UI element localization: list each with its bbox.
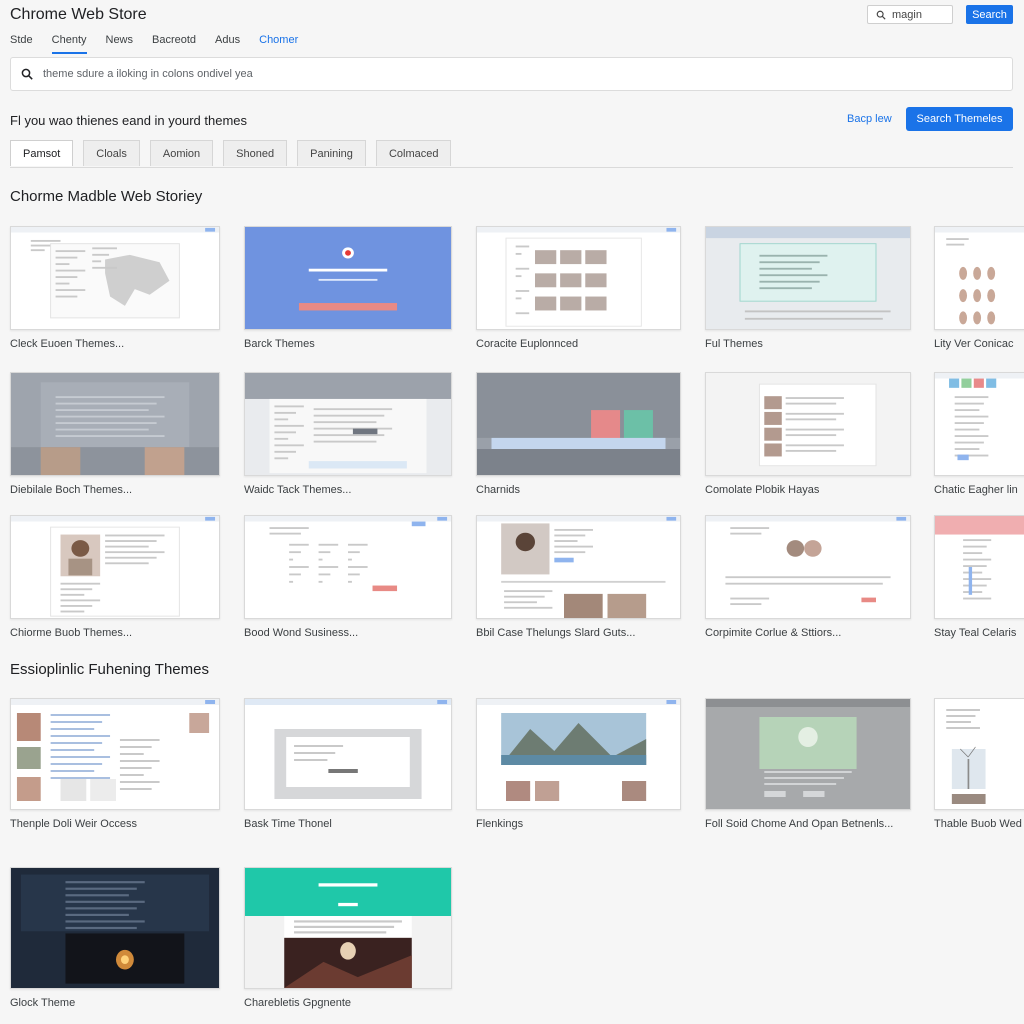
theme-thumbnail[interactable] [705,226,911,330]
theme-card[interactable]: Thenple Doli Weir Occess [10,698,220,830]
theme-card-label[interactable]: Bood Wond Susiness... [244,627,452,639]
theme-thumbnail[interactable] [476,226,681,330]
nav-item-news[interactable]: News [106,34,134,54]
theme-card-label[interactable]: Barck Themes [244,338,452,350]
theme-thumbnail[interactable] [934,226,1024,330]
theme-card[interactable]: Charebletis Gpgnente [244,867,452,1009]
theme-thumbnail[interactable] [10,226,220,330]
theme-card[interactable]: Diebilale Boch Themes... [10,372,220,496]
theme-card-label[interactable]: Thenple Doli Weir Occess [10,818,220,830]
filter-tab-panining[interactable]: Panining [297,140,366,166]
theme-card-label[interactable]: Comolate Plobik Hayas [705,484,911,496]
theme-card[interactable]: Ful Themes [705,226,911,350]
theme-card[interactable]: Bood Wond Susiness... [244,515,452,639]
theme-card[interactable]: Bbil Case Thelungs Slard Guts... [476,515,681,639]
theme-card[interactable]: Coracite Euplonnced [476,226,681,350]
signin-label: magin [892,8,922,21]
theme-card[interactable]: Thable Buob Wed [934,698,1024,830]
filter-tab-pamsot[interactable]: Pamsot [10,140,74,166]
theme-card-label[interactable]: Coracite Euplonnced [476,338,681,350]
theme-card[interactable]: Flenkings [476,698,681,830]
theme-card[interactable]: Waidc Tack Themes... [244,372,452,496]
theme-thumbnail[interactable] [934,515,1024,619]
theme-card[interactable]: Chiorme Buob Themes... [10,515,220,639]
theme-thumbnail[interactable] [10,515,220,619]
theme-thumbnail[interactable] [705,372,911,476]
theme-card[interactable]: Barck Themes [244,226,452,350]
theme-thumbnail[interactable] [244,867,452,989]
search-icon [21,68,33,80]
theme-card-label[interactable]: Charnids [476,484,681,496]
theme-thumbnail[interactable] [244,372,452,476]
theme-card-label[interactable]: Waidc Tack Themes... [244,484,452,496]
theme-thumbnail[interactable] [476,515,681,619]
theme-card-label[interactable]: Cleck Euoen Themes... [10,338,220,350]
theme-thumbnail[interactable] [934,372,1024,476]
theme-card-label[interactable]: Bbil Case Thelungs Slard Guts... [476,627,681,639]
theme-card-label[interactable]: Ful Themes [705,338,911,350]
top-bar: Chrome Web Store magin Search [0,0,1024,30]
nav-item-stde[interactable]: Stde [10,34,33,54]
theme-thumbnail[interactable] [705,515,911,619]
filters-divider [10,167,1013,168]
app-title: Chrome Web Store [10,6,147,23]
theme-card-label[interactable]: Thable Buob Wed [934,818,1024,830]
search-input[interactable] [43,68,943,80]
theme-card-label[interactable]: Flenkings [476,818,681,830]
group-title-1: Chorme Madble Web Storiey [10,188,203,205]
theme-card[interactable]: Bask Time Thonel [244,698,452,830]
group-title-2: Essioplinlic Fuhening Themes [10,661,209,678]
theme-card-label[interactable]: Diebilale Boch Themes... [10,484,220,496]
theme-thumbnail[interactable] [244,515,452,619]
theme-card-label[interactable]: Lity Ver Conicac [934,338,1024,350]
theme-thumbnail[interactable] [10,372,220,476]
theme-card-label[interactable]: Chiorme Buob Themes... [10,627,220,639]
theme-thumbnail[interactable] [244,698,452,810]
theme-card[interactable]: Lity Ver Conicac [934,226,1024,350]
theme-card-label[interactable]: Glock Theme [10,997,220,1009]
theme-card[interactable]: Stay Teal Celaris [934,515,1024,639]
theme-card[interactable]: Comolate Plobik Hayas [705,372,911,496]
filter-tab-shoned[interactable]: Shoned [223,140,288,166]
filter-tab-aomion[interactable]: Aomion [149,140,214,166]
search-button[interactable]: Search [966,5,1013,24]
nav-item-bacreotd[interactable]: Bacreotd [152,34,196,54]
theme-card-label[interactable]: Stay Teal Celaris [934,627,1024,639]
theme-thumbnail[interactable] [10,867,220,989]
theme-thumbnail[interactable] [10,698,220,810]
filter-tab-cloals[interactable]: Cloals [83,140,140,166]
search-icon [876,10,886,20]
theme-card-label[interactable]: Chatic Eagher lin [934,484,1024,496]
theme-card[interactable]: Charnids [476,372,681,496]
nav-item-chomer[interactable]: Chomer [259,34,298,54]
nav-item-chenty[interactable]: Chenty [51,34,87,54]
theme-card[interactable]: Cleck Euoen Themes... [10,226,220,350]
theme-card-label[interactable]: Bask Time Thonel [244,818,452,830]
theme-thumbnail[interactable] [476,372,681,476]
theme-thumbnail[interactable] [476,698,681,810]
section-heading: Fl you wao thienes eand in yourd themes [10,113,248,128]
theme-card-label[interactable]: Charebletis Gpgnente [244,997,452,1009]
nav-item-adus[interactable]: Adus [215,34,240,54]
signin-box[interactable]: magin [867,5,953,24]
theme-card[interactable]: Foll Soid Chome And Opan Betnenls... [705,698,911,830]
search-box[interactable] [10,57,1013,91]
filter-tab-colmaced[interactable]: Colmaced [375,140,452,166]
theme-card[interactable]: Glock Theme [10,867,220,1009]
theme-thumbnail[interactable] [705,698,911,810]
theme-card-label[interactable]: Foll Soid Chome And Opan Betnenls... [705,818,911,830]
theme-thumbnail[interactable] [244,226,452,330]
theme-card-label[interactable]: Corpimite Corlue & Sttiors... [705,627,911,639]
search-themes-button[interactable]: Search Themeles [906,107,1013,131]
theme-card[interactable]: Chatic Eagher lin [934,372,1024,496]
theme-thumbnail[interactable] [934,698,1024,810]
theme-card[interactable]: Corpimite Corlue & Sttiors... [705,515,911,639]
section-link[interactable]: Bacp lew [847,113,892,125]
filter-tabs: Pamsot Cloals Aomion Shoned Panining Col… [10,140,461,166]
nav-bar: Stde Chenty News Bacreotd Adus Chomer [10,34,317,54]
